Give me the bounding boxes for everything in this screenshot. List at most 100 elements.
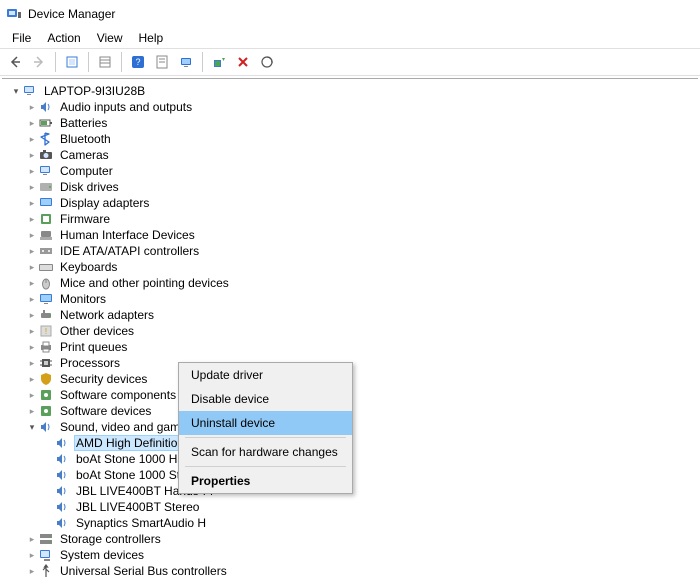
chevron-icon[interactable] bbox=[26, 165, 38, 177]
menu-action[interactable]: Action bbox=[39, 29, 88, 47]
category-node[interactable]: Sound, video and game controllers bbox=[26, 419, 698, 435]
chevron-icon[interactable] bbox=[26, 213, 38, 225]
chevron-icon[interactable] bbox=[26, 405, 38, 417]
back-button[interactable] bbox=[4, 51, 26, 73]
chevron-down-icon[interactable] bbox=[10, 85, 22, 97]
show-hidden-button[interactable] bbox=[61, 51, 83, 73]
battery-icon bbox=[38, 115, 54, 131]
category-node[interactable]: Mice and other pointing devices bbox=[26, 275, 698, 291]
computer-icon bbox=[38, 163, 54, 179]
category-node[interactable]: System devices bbox=[26, 547, 698, 563]
chevron-icon[interactable] bbox=[26, 101, 38, 113]
context-menu-item[interactable]: Disable device bbox=[179, 387, 352, 411]
category-node[interactable]: Processors bbox=[26, 355, 698, 371]
menu-help[interactable]: Help bbox=[131, 29, 172, 47]
category-node[interactable]: Print queues bbox=[26, 339, 698, 355]
category-label: Storage controllers bbox=[58, 532, 163, 546]
category-node[interactable]: Display adapters bbox=[26, 195, 698, 211]
chevron-icon[interactable] bbox=[26, 341, 38, 353]
titlebar: Device Manager bbox=[0, 0, 700, 28]
device-node[interactable]: AMD High Definition Au bbox=[42, 435, 698, 451]
chevron-icon[interactable] bbox=[26, 309, 38, 321]
device-node[interactable]: Synaptics SmartAudio H bbox=[42, 515, 698, 531]
category-label: Batteries bbox=[58, 116, 109, 130]
category-node[interactable]: Keyboards bbox=[26, 259, 698, 275]
chevron-icon[interactable] bbox=[26, 325, 38, 337]
audio-icon bbox=[54, 467, 70, 483]
category-node[interactable]: Network adapters bbox=[26, 307, 698, 323]
category-node[interactable]: Monitors bbox=[26, 291, 698, 307]
delete-button[interactable] bbox=[232, 51, 254, 73]
add-legacy-button[interactable] bbox=[208, 51, 230, 73]
properties-button[interactable] bbox=[151, 51, 173, 73]
chevron-icon[interactable] bbox=[26, 565, 38, 577]
category-node[interactable]: Computer bbox=[26, 163, 698, 179]
category-label: Monitors bbox=[58, 292, 108, 306]
category-label: Computer bbox=[58, 164, 115, 178]
chevron-icon[interactable] bbox=[26, 133, 38, 145]
tree-root-node[interactable]: LAPTOP-9I3IU28B bbox=[10, 83, 698, 99]
context-menu-item[interactable]: Uninstall device bbox=[179, 411, 352, 435]
scan-button[interactable] bbox=[256, 51, 278, 73]
hid-icon bbox=[38, 227, 54, 243]
network-icon bbox=[38, 307, 54, 323]
forward-button[interactable] bbox=[28, 51, 50, 73]
category-node[interactable]: Software devices bbox=[26, 403, 698, 419]
cpu-icon bbox=[38, 355, 54, 371]
chevron-icon[interactable] bbox=[26, 197, 38, 209]
category-node[interactable]: Human Interface Devices bbox=[26, 227, 698, 243]
category-node[interactable]: Firmware bbox=[26, 211, 698, 227]
category-node[interactable]: !Other devices bbox=[26, 323, 698, 339]
monitor-button[interactable] bbox=[175, 51, 197, 73]
device-node[interactable]: JBL LIVE400BT Stereo bbox=[42, 499, 698, 515]
chevron-icon[interactable] bbox=[26, 533, 38, 545]
menu-view[interactable]: View bbox=[89, 29, 131, 47]
svg-text:!: ! bbox=[45, 327, 47, 336]
category-node[interactable]: Cameras bbox=[26, 147, 698, 163]
menu-file[interactable]: File bbox=[4, 29, 39, 47]
category-node[interactable]: IDE ATA/ATAPI controllers bbox=[26, 243, 698, 259]
context-menu-item[interactable]: Properties bbox=[179, 469, 352, 493]
monitor-icon bbox=[38, 291, 54, 307]
toolbar: ? bbox=[0, 48, 700, 76]
chevron-icon[interactable] bbox=[26, 357, 38, 369]
chevron-icon[interactable] bbox=[26, 373, 38, 385]
device-label: Synaptics SmartAudio H bbox=[74, 516, 208, 530]
context-menu-item[interactable]: Scan for hardware changes bbox=[179, 440, 352, 464]
chevron-icon[interactable] bbox=[26, 421, 38, 433]
keyboard-icon bbox=[38, 259, 54, 275]
category-node[interactable]: Disk drives bbox=[26, 179, 698, 195]
category-node[interactable]: Bluetooth bbox=[26, 131, 698, 147]
context-menu-item[interactable]: Update driver bbox=[179, 363, 352, 387]
category-node[interactable]: Software components bbox=[26, 387, 698, 403]
chevron-icon[interactable] bbox=[26, 181, 38, 193]
category-node[interactable]: Security devices bbox=[26, 371, 698, 387]
category-label: Universal Serial Bus controllers bbox=[58, 564, 229, 578]
chevron-icon[interactable] bbox=[26, 389, 38, 401]
device-node[interactable]: JBL LIVE400BT Hands-Fr bbox=[42, 483, 698, 499]
category-node[interactable]: Storage controllers bbox=[26, 531, 698, 547]
chevron-icon[interactable] bbox=[26, 293, 38, 305]
ide-icon bbox=[38, 243, 54, 259]
category-label: IDE ATA/ATAPI controllers bbox=[58, 244, 201, 258]
category-node[interactable]: Batteries bbox=[26, 115, 698, 131]
chevron-icon[interactable] bbox=[26, 245, 38, 257]
device-node[interactable]: boAt Stone 1000 Hands bbox=[42, 451, 698, 467]
device-node[interactable]: boAt Stone 1000 Stereo bbox=[42, 467, 698, 483]
context-menu-separator bbox=[185, 466, 346, 467]
details-button[interactable] bbox=[94, 51, 116, 73]
chevron-icon[interactable] bbox=[26, 261, 38, 273]
chevron-icon[interactable] bbox=[26, 229, 38, 241]
chevron-icon[interactable] bbox=[26, 117, 38, 129]
help-button[interactable]: ? bbox=[127, 51, 149, 73]
audio-icon bbox=[38, 419, 54, 435]
chevron-icon[interactable] bbox=[26, 277, 38, 289]
category-label: Audio inputs and outputs bbox=[58, 100, 194, 114]
audio-icon bbox=[54, 483, 70, 499]
chevron-icon[interactable] bbox=[26, 149, 38, 161]
category-node[interactable]: Audio inputs and outputs bbox=[26, 99, 698, 115]
mouse-icon bbox=[38, 275, 54, 291]
chevron-icon[interactable] bbox=[26, 549, 38, 561]
audio-icon bbox=[54, 435, 70, 451]
category-node[interactable]: Universal Serial Bus controllers bbox=[26, 563, 698, 579]
